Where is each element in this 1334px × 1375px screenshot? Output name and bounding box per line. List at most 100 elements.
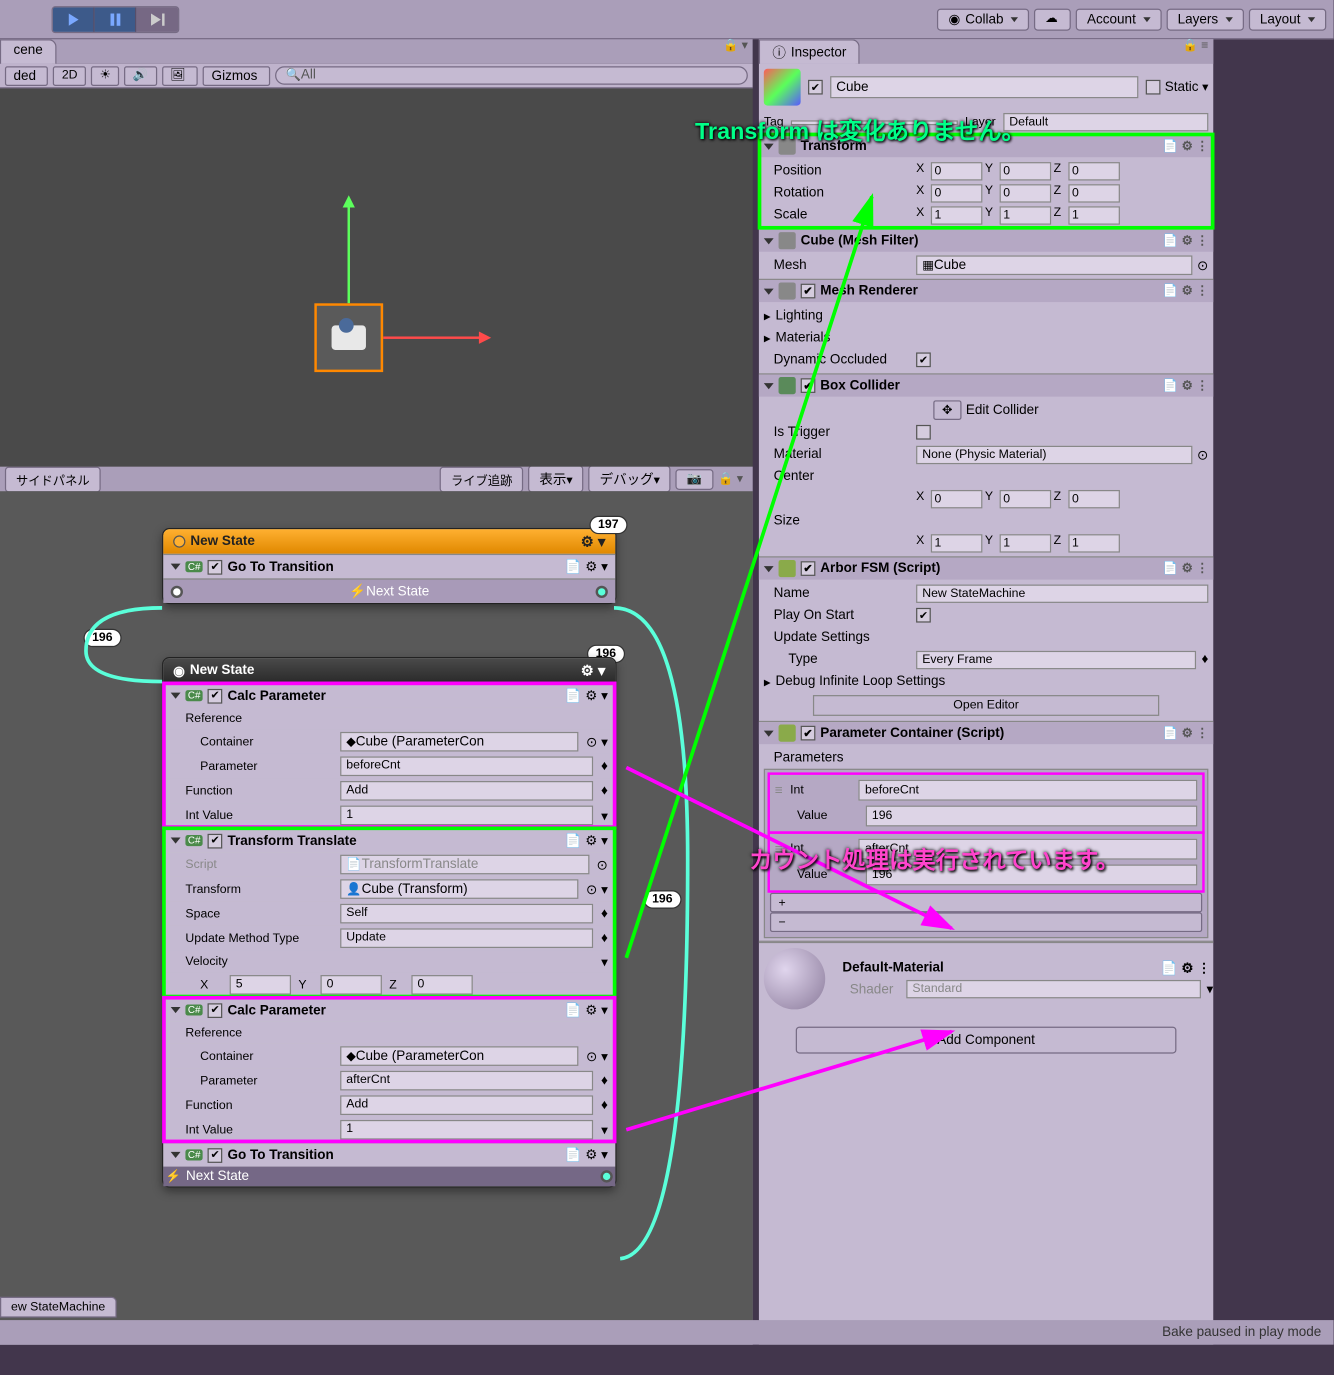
- center-x[interactable]: [931, 489, 983, 507]
- scale-x[interactable]: [931, 206, 983, 224]
- transform-field[interactable]: 👤Cube (Transform): [340, 879, 578, 899]
- material-preview: Default-Material📄 ⚙ ⋮ ShaderStandard▾: [759, 941, 1213, 1015]
- play-button[interactable]: [53, 7, 95, 32]
- parameter-dropdown[interactable]: afterCnt: [340, 1071, 593, 1091]
- script-field: 📄TransformTranslate: [340, 855, 589, 875]
- behaviour-row[interactable]: C#✔Go To Transition📄 ⚙ ▾: [163, 554, 615, 579]
- gear-icon[interactable]: ⚙ ▾: [581, 662, 606, 679]
- view-dropdown[interactable]: 表示▾: [528, 465, 583, 492]
- param-name-field[interactable]: beforeCnt: [859, 780, 1197, 801]
- layers-dropdown[interactable]: Layers: [1167, 8, 1244, 30]
- screenshot-button[interactable]: 📷: [676, 468, 713, 489]
- audio-toggle[interactable]: 🔊: [124, 66, 156, 86]
- light-toggle[interactable]: ☀: [91, 66, 119, 86]
- graph-viewport[interactable]: New State⚙ ▾ C#✔Go To Transition📄 ⚙ ▾ ⚡N…: [0, 491, 753, 1322]
- pause-button[interactable]: [95, 7, 137, 32]
- scene-viewport[interactable]: [0, 88, 753, 466]
- param-icon: [779, 725, 796, 742]
- collab-dropdown[interactable]: ◉Collab: [937, 8, 1029, 30]
- scene-search[interactable]: 🔍All: [275, 66, 748, 84]
- fsm-name-field[interactable]: New StateMachine: [916, 584, 1208, 602]
- gizmos-dropdown[interactable]: Gizmos: [203, 66, 270, 86]
- dynamic-occluded-checkbox[interactable]: ✔: [916, 352, 931, 367]
- active-checkbox[interactable]: ✔: [808, 80, 823, 95]
- play-on-start-checkbox[interactable]: ✔: [916, 608, 931, 623]
- renderer-icon: [779, 282, 796, 299]
- update-method-dropdown[interactable]: Update: [340, 928, 593, 948]
- int-value-field[interactable]: 1: [340, 806, 594, 826]
- center-z[interactable]: [1068, 489, 1120, 507]
- graph-lock-icon[interactable]: 🔒 ▾: [718, 472, 748, 486]
- pos-y[interactable]: [1000, 161, 1052, 179]
- open-editor-button[interactable]: Open Editor: [813, 695, 1159, 716]
- container-field[interactable]: ◆Cube (ParameterCon: [340, 732, 578, 752]
- fx-toggle[interactable]: 🖼: [162, 66, 198, 86]
- remove-param-button[interactable]: −: [770, 912, 1202, 932]
- velocity-x[interactable]: 5: [230, 975, 291, 995]
- layout-dropdown[interactable]: Layout: [1249, 8, 1326, 30]
- pos-z[interactable]: [1068, 161, 1120, 179]
- annotation-text: Transform は変化ありません。: [695, 113, 1025, 146]
- rot-y[interactable]: [1000, 184, 1052, 202]
- breadcrumb[interactable]: ew StateMachine: [0, 1297, 116, 1318]
- transform-component: Transform📄 ⚙ ⋮ PositionXYZ RotationXYZ S…: [759, 134, 1213, 229]
- velocity-y[interactable]: 0: [321, 975, 382, 995]
- cloud-button[interactable]: ☁: [1034, 8, 1071, 30]
- param-value-field[interactable]: 196: [866, 806, 1198, 827]
- inspector-lock-icon[interactable]: 🔒 ≡: [1182, 39, 1213, 64]
- function-dropdown[interactable]: Add: [340, 781, 593, 801]
- 2d-toggle[interactable]: 2D: [53, 66, 86, 86]
- int-value-field[interactable]: 1: [340, 1120, 594, 1140]
- node-header[interactable]: New State⚙ ▾: [163, 529, 615, 554]
- state-node-1[interactable]: New State⚙ ▾ C#✔Go To Transition📄 ⚙ ▾ ⚡N…: [162, 528, 616, 604]
- debug-dropdown[interactable]: デバッグ▾: [589, 465, 671, 492]
- scene-tab[interactable]: cene: [0, 39, 56, 64]
- size-x[interactable]: [931, 534, 983, 552]
- scale-y[interactable]: [1000, 206, 1052, 224]
- node-header[interactable]: ◉ New State⚙ ▾: [163, 658, 615, 683]
- static-checkbox[interactable]: Static▾: [1146, 80, 1208, 95]
- space-dropdown[interactable]: Self: [340, 904, 593, 924]
- scale-z[interactable]: [1068, 206, 1120, 224]
- live-track-button[interactable]: ライブ追跡: [440, 466, 524, 492]
- parameter-dropdown[interactable]: beforeCnt: [340, 756, 593, 776]
- state-node-2[interactable]: ◉ New State⚙ ▾ C#✔Calc Parameter📄 ⚙ ▾ Re…: [162, 657, 616, 1187]
- rot-z[interactable]: [1068, 184, 1120, 202]
- cube-icon: [764, 69, 801, 106]
- pos-x[interactable]: [931, 161, 983, 179]
- next-state-transition[interactable]: ⚡Next State: [163, 1167, 615, 1187]
- account-dropdown[interactable]: Account: [1076, 8, 1162, 30]
- gear-icon[interactable]: ⚙ ▾: [581, 533, 606, 550]
- function-dropdown[interactable]: Add: [340, 1095, 593, 1115]
- edit-collider-button[interactable]: ✥: [933, 400, 960, 420]
- layer-dropdown[interactable]: Default: [1003, 113, 1208, 131]
- size-y[interactable]: [1000, 534, 1052, 552]
- step-button[interactable]: [136, 7, 178, 32]
- arbor-fsm-component: ✔Arbor FSM (Script)📄 ⚙ ⋮ NameNew StateMa…: [759, 556, 1213, 721]
- object-name-field[interactable]: Cube: [830, 76, 1139, 98]
- container-field[interactable]: ◆Cube (ParameterCon: [340, 1046, 578, 1066]
- velocity-z[interactable]: 0: [411, 975, 472, 995]
- rot-x[interactable]: [931, 184, 983, 202]
- mesh-field[interactable]: ▦Cube: [916, 255, 1192, 275]
- update-type-dropdown[interactable]: Every Frame: [916, 650, 1196, 668]
- goto-transition-row[interactable]: C#✔Go To Transition📄 ⚙ ▾: [163, 1142, 615, 1167]
- shader-dropdown[interactable]: Standard: [906, 980, 1201, 998]
- inspector-tab[interactable]: ⓘInspector: [759, 39, 860, 64]
- physic-material-field[interactable]: None (Physic Material): [916, 445, 1192, 463]
- center-y[interactable]: [1000, 489, 1052, 507]
- play-controls: [52, 6, 180, 33]
- lock-icon[interactable]: 🔒 ▾: [723, 39, 753, 64]
- scene-toolbar: ded 2D ☀ 🔊 🖼 Gizmos 🔍All: [0, 64, 753, 89]
- scene-tab-row: cene 🔒 ▾: [0, 39, 753, 64]
- transition-row[interactable]: ⚡Next State: [163, 578, 615, 603]
- add-param-button[interactable]: +: [770, 893, 1202, 913]
- mesh-renderer-component: ✔Mesh Renderer📄 ⚙ ⋮ ▸ Lighting ▸ Materia…: [759, 279, 1213, 374]
- add-component-button[interactable]: Add Component: [796, 1027, 1177, 1054]
- sidepanel-tab[interactable]: サイドパネル: [5, 466, 101, 492]
- graph-tab-row: サイドパネル ライブ追跡 表示▾ デバッグ▾ 📷 🔒 ▾: [0, 467, 753, 492]
- size-z[interactable]: [1068, 534, 1120, 552]
- is-trigger-checkbox[interactable]: [916, 425, 931, 440]
- shaded-dropdown[interactable]: ded: [5, 66, 48, 86]
- camera-gizmo[interactable]: [314, 303, 383, 372]
